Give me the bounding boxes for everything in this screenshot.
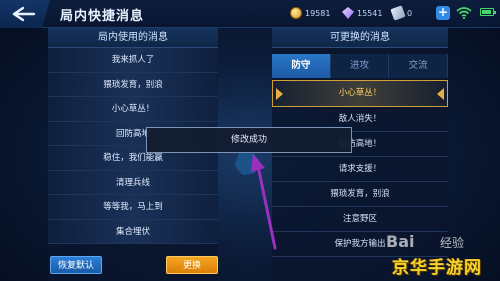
annotation-arrow <box>251 154 277 250</box>
baidu-watermark: Bai <box>386 232 415 251</box>
jingyan-watermark: 经验 <box>440 236 465 250</box>
site-watermark: 京华手游网 <box>392 258 482 278</box>
